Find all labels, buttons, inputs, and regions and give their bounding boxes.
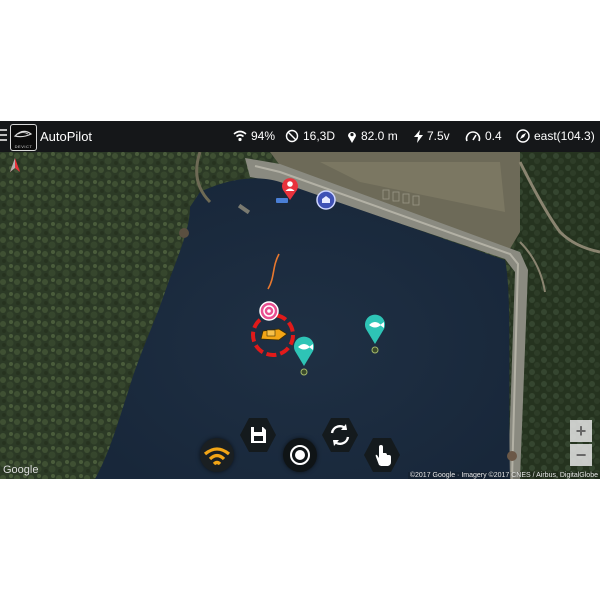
compass-icon bbox=[516, 129, 530, 143]
lightning-icon bbox=[414, 129, 423, 143]
speedometer-icon bbox=[465, 131, 481, 142]
logo-text: DEVICT bbox=[14, 144, 33, 149]
north-arrow-icon bbox=[10, 158, 20, 172]
satellite-icon bbox=[285, 129, 299, 143]
map-imagery bbox=[0, 152, 600, 479]
wifi-status: 94% bbox=[233, 129, 275, 143]
boat-dock-marker bbox=[276, 198, 288, 203]
menu-icon[interactable] bbox=[0, 129, 7, 143]
record-button[interactable] bbox=[283, 438, 317, 472]
target-marker[interactable] bbox=[259, 301, 279, 323]
zoom-out-button[interactable]: − bbox=[570, 444, 592, 466]
wifi-icon bbox=[233, 130, 247, 142]
satellite-map[interactable]: + − Google ©2017 Google · Imagery ©2017 … bbox=[0, 152, 600, 479]
top-status-bar: DEVICT AutoPilot 94% 16,3D 82.0 m 7.5v 0… bbox=[0, 121, 600, 152]
fish-marker[interactable] bbox=[292, 336, 316, 376]
fish-logo-icon bbox=[13, 130, 33, 138]
location-pin-icon bbox=[348, 131, 356, 143]
map-attribution: ©2017 Google · Imagery ©2017 CNES / Airb… bbox=[407, 472, 600, 479]
signal-icon bbox=[203, 447, 231, 466]
fish-marker[interactable] bbox=[363, 314, 387, 354]
google-logo: Google bbox=[3, 464, 39, 476]
heading-value: east(104.3) bbox=[534, 129, 595, 143]
record-icon bbox=[290, 445, 310, 465]
gps-value: 16,3D bbox=[303, 129, 336, 143]
wifi-value: 94% bbox=[251, 129, 276, 143]
station-marker[interactable] bbox=[316, 190, 336, 210]
gps-status: 16,3D bbox=[285, 129, 335, 143]
app-title: AutoPilot bbox=[40, 129, 93, 144]
speed-value: 0.4 bbox=[485, 129, 502, 143]
distance-value: 82.0 m bbox=[361, 129, 398, 143]
heading-status: east(104.3) bbox=[516, 129, 595, 143]
app-logo[interactable]: DEVICT bbox=[10, 124, 37, 151]
voltage-value: 7.5v bbox=[427, 129, 450, 143]
app-screen: DEVICT AutoPilot 94% 16,3D 82.0 m 7.5v 0… bbox=[0, 121, 600, 479]
distance-status: 82.0 m bbox=[347, 129, 398, 143]
wifi-link-button[interactable] bbox=[200, 438, 234, 472]
zoom-in-button[interactable]: + bbox=[570, 420, 592, 442]
speed-status: 0.4 bbox=[465, 129, 502, 143]
voltage-status: 7.5v bbox=[414, 129, 450, 143]
